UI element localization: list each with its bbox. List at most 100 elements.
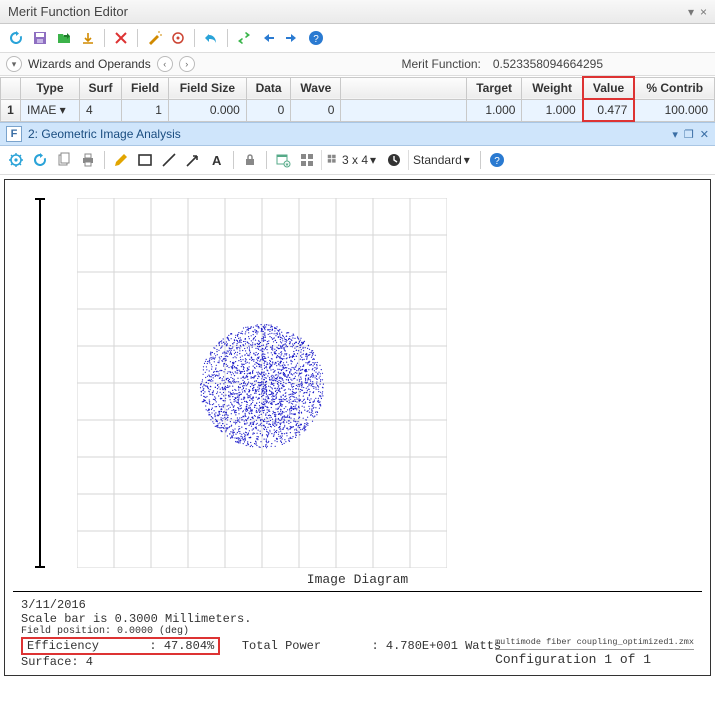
col-data[interactable]: Data (246, 77, 290, 99)
swap-icon[interactable] (234, 28, 254, 48)
arrow-icon[interactable] (183, 150, 203, 170)
open-icon[interactable] (54, 28, 74, 48)
image-analysis-canvas: Image Diagram 3/11/2016 Scale bar is 0.3… (4, 179, 711, 676)
merit-editor-dropdown-icon[interactable]: ▾ (688, 5, 694, 19)
separator (104, 151, 105, 169)
refresh2-icon[interactable] (30, 150, 50, 170)
merit-toolbar: ? (0, 24, 715, 53)
separator (480, 151, 481, 169)
cell-weight[interactable]: 1.000 (522, 99, 583, 121)
insert-icon[interactable] (78, 28, 98, 48)
help-icon[interactable]: ? (306, 28, 326, 48)
separator (233, 151, 234, 169)
step-left-icon[interactable] (258, 28, 278, 48)
operand-table: Type Surf Field Field Size Data Wave Tar… (0, 76, 715, 122)
merit-editor-title: Merit Function Editor (8, 4, 128, 19)
merit-editor-titlebar: Merit Function Editor ▾ × (0, 0, 715, 24)
cell-type[interactable]: IMAE ▾ (21, 99, 80, 121)
image-analysis-toolbar: A ★ 3 x 4 ▾ Standard ▾ ? (0, 146, 715, 175)
wand-icon[interactable] (144, 28, 164, 48)
refresh-icon[interactable] (6, 28, 26, 48)
separator (194, 29, 195, 47)
info-date: 3/11/2016 (21, 598, 694, 612)
image-plot[interactable] (77, 198, 447, 568)
cell-value[interactable]: 0.477 (583, 99, 635, 121)
separator (137, 29, 138, 47)
merit-function-value: 0.523358094664295 (493, 57, 603, 71)
svg-text:★: ★ (285, 162, 290, 168)
merit-editor-close-icon[interactable]: × (700, 5, 707, 19)
lock-icon[interactable] (240, 150, 260, 170)
help2-icon[interactable]: ? (487, 150, 507, 170)
config-filename: multimode fiber coupling_optimized1.zmx (495, 637, 694, 650)
col-contrib[interactable]: % Contrib (634, 77, 714, 99)
table-header-row: Type Surf Field Field Size Data Wave Tar… (1, 77, 715, 99)
image-analysis-titlebar: F 2: Geometric Image Analysis ▾ ❐ ✕ (0, 122, 715, 146)
rect-icon[interactable] (135, 150, 155, 170)
col-value[interactable]: Value (583, 77, 635, 99)
cell-field[interactable]: 1 (122, 99, 169, 121)
save-icon[interactable] (30, 28, 50, 48)
col-field[interactable]: Field (122, 77, 169, 99)
panel-close-icon[interactable]: ✕ (700, 128, 709, 141)
chevron-right-icon[interactable]: › (179, 56, 195, 72)
panel-restore-icon[interactable]: ❐ (684, 128, 694, 141)
grid-size-dropdown[interactable]: 3 x 4 ▾ (321, 150, 380, 170)
wizards-row: ▾ Wizards and Operands ‹ › Merit Functio… (0, 53, 715, 76)
col-field-size[interactable]: Field Size (168, 77, 246, 99)
chevron-down-icon: ▾ (464, 153, 470, 167)
window-new-icon[interactable]: ★ (273, 150, 293, 170)
delete-icon[interactable] (111, 28, 131, 48)
cell-blank[interactable] (341, 99, 466, 121)
col-target[interactable]: Target (466, 77, 522, 99)
chevron-down-icon: ▾ (370, 153, 376, 167)
text-icon[interactable]: A (207, 150, 227, 170)
merit-function-label: Merit Function: (402, 57, 481, 71)
cell-rownum[interactable]: 1 (1, 99, 21, 121)
svg-text:?: ? (313, 34, 319, 45)
panel-dropdown-icon[interactable]: ▾ (672, 128, 678, 141)
chevron-left-icon[interactable]: ‹ (157, 56, 173, 72)
undo-icon[interactable] (201, 28, 221, 48)
col-surf[interactable]: Surf (79, 77, 121, 99)
image-analysis-title: 2: Geometric Image Analysis (28, 127, 181, 141)
cell-field-size[interactable]: 0.000 (168, 99, 246, 121)
svg-text:?: ? (494, 156, 500, 167)
cell-contrib[interactable]: 100.000 (634, 99, 714, 121)
line-icon[interactable] (159, 150, 179, 170)
config-line: Configuration 1 of 1 (495, 652, 651, 667)
standard-label: Standard (413, 153, 462, 167)
separator (104, 29, 105, 47)
step-right-icon[interactable] (282, 28, 302, 48)
pencil-icon[interactable] (111, 150, 131, 170)
grid-icon[interactable] (297, 150, 317, 170)
target-icon[interactable] (168, 28, 188, 48)
copy-icon[interactable] (54, 150, 74, 170)
chevron-down-icon[interactable]: ▾ (6, 56, 22, 72)
col-rownum[interactable] (1, 77, 21, 99)
cell-surf[interactable]: 4 (79, 99, 121, 121)
info-field-pos: Field position: 0.0000 (deg) (21, 626, 694, 637)
table-row[interactable]: 1 IMAE ▾ 4 1 0.000 0 0 1.000 1.000 0.477… (1, 99, 715, 121)
image-info-block: 3/11/2016 Scale bar is 0.3000 Millimeter… (13, 592, 702, 673)
settings-icon[interactable] (6, 150, 26, 170)
cell-wave[interactable]: 0 (291, 99, 341, 121)
wizards-label[interactable]: Wizards and Operands (28, 57, 151, 71)
separator (227, 29, 228, 47)
print-icon[interactable] (78, 150, 98, 170)
cell-data[interactable]: 0 (246, 99, 290, 121)
image-caption: Image Diagram (13, 568, 702, 587)
grid-size-label: 3 x 4 (342, 153, 368, 167)
info-scale: Scale bar is 0.3000 Millimeters. (21, 612, 694, 626)
col-weight[interactable]: Weight (522, 77, 583, 99)
standard-dropdown[interactable]: Standard ▾ (408, 150, 474, 170)
col-type[interactable]: Type (21, 77, 80, 99)
separator (266, 151, 267, 169)
f-badge-icon: F (6, 126, 22, 142)
cell-target[interactable]: 1.000 (466, 99, 522, 121)
col-wave[interactable]: Wave (291, 77, 341, 99)
svg-text:A: A (212, 153, 222, 168)
scale-bar (39, 198, 41, 568)
col-blank[interactable] (341, 77, 466, 99)
clock-icon[interactable] (384, 150, 404, 170)
